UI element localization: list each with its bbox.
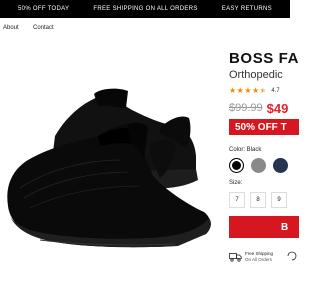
discount-badge: 50% OFF T [229,119,299,135]
shipping-subtitle: On All Orders [245,257,273,263]
size-option-8[interactable]: 8 [250,192,266,208]
star-icon: ★ [229,86,237,95]
product-image [7,88,211,248]
product-rating: ★ ★ ★ ★ ★ 4.7 [229,86,280,96]
buy-button[interactable]: B [229,216,299,238]
product-subtitle: Orthopedic [229,69,283,81]
shipping-info: Free Shipping On All Orders [229,251,273,263]
size-options: 7 8 9 [229,192,292,208]
old-price: $99.99 [229,102,263,114]
return-icon [287,251,297,261]
product-title: BOSS FA [229,50,300,67]
rating-value: 4.7 [271,88,280,94]
color-label: Color: Black [229,147,262,153]
sale-price: $49 [266,100,289,116]
size-option-9[interactable]: 9 [271,192,287,208]
star-icon: ★ [236,86,244,95]
promo-item-returns: EASY RETURNS [221,6,272,12]
nav-link-about[interactable]: About [3,25,19,31]
size-label: Size: [229,180,243,186]
star-icon: ★ [244,86,252,95]
size-option-7[interactable]: 7 [229,192,245,208]
color-swatches [229,158,295,173]
swatch-black[interactable] [229,158,244,173]
main-nav: About Contact [0,25,290,35]
promo-item-discount: 50% OFF TODAY [18,6,70,12]
truck-icon [229,253,242,262]
price-row: $99.99 $49 [229,100,288,116]
swatch-grey[interactable] [251,158,266,173]
half-star-icon: ★ [260,87,267,96]
promo-bar: 50% OFF TODAY FREE SHIPPING ON ALL ORDER… [0,0,290,18]
promo-item-shipping: FREE SHIPPING ON ALL ORDERS [93,6,198,12]
swatch-navy[interactable] [273,158,288,173]
rating-stars: ★ ★ ★ ★ ★ [229,86,267,96]
nav-link-contact[interactable]: Contact [33,25,54,31]
star-icon: ★ [252,86,260,95]
